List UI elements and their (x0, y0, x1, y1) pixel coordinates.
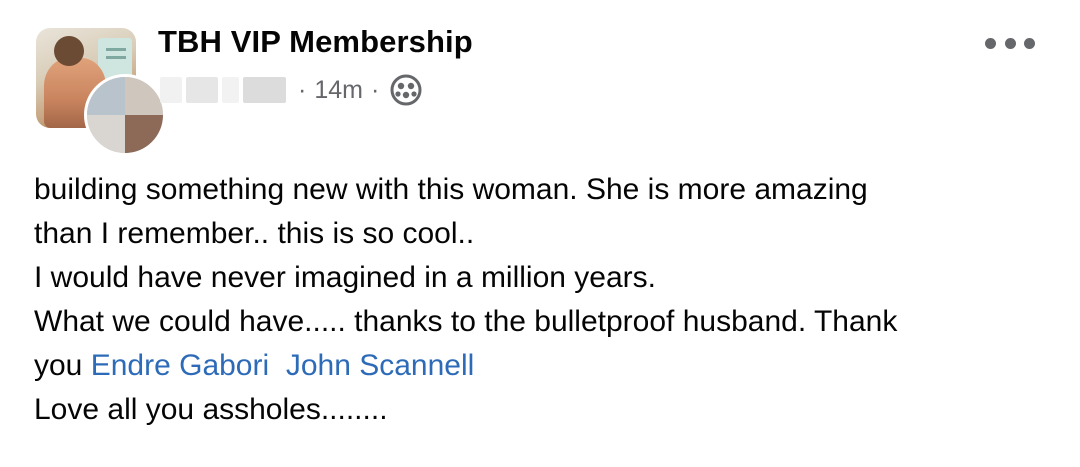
redacted-author-name[interactable] (160, 75, 290, 105)
meta-separator: · (298, 75, 307, 104)
more-options-button[interactable] (985, 30, 1035, 56)
post-text-line-mentions: you Endre Gabori John Scannell (34, 344, 1044, 388)
post-meta: · 14m · (160, 72, 423, 108)
post-timestamp[interactable]: 14m (314, 76, 363, 105)
mention-link-endre-gabori[interactable]: Endre Gabori (91, 349, 269, 382)
author-avatar[interactable] (84, 74, 166, 156)
post-text-line: than I remember.. this is so cool.. (34, 217, 475, 250)
post-avatars[interactable] (36, 28, 166, 156)
post-text-line: I would have never imagined in a million… (34, 261, 656, 294)
mention-link-john-scannell[interactable]: John Scannell (286, 349, 474, 382)
post-text: building something new with this woman. … (34, 168, 1044, 432)
group-name-link[interactable]: TBH VIP Membership (158, 24, 473, 60)
post-text-line: Love all you assholes........ (34, 393, 388, 426)
post-text-line: building something new with this woman. … (34, 173, 868, 206)
meta-separator: · (370, 75, 380, 104)
group-post: TBH VIP Membership · 14m · building some… (0, 0, 1080, 467)
more-options-icon (985, 37, 996, 49)
post-text-fragment: you (34, 349, 83, 382)
post-text-line: What we could have..... thanks to the bu… (34, 305, 898, 338)
friends-icon[interactable] (389, 73, 423, 107)
